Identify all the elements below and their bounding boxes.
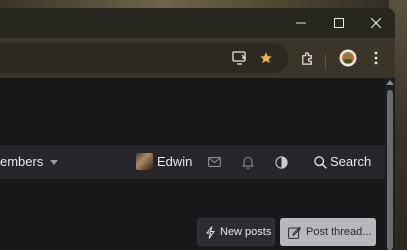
user-avatar[interactable] [136, 153, 153, 170]
new-posts-button[interactable]: New posts [197, 218, 275, 246]
menu-dots-icon[interactable] [368, 48, 384, 68]
bell-icon[interactable] [239, 145, 257, 179]
forum-navbar: embers Edwin Search [0, 145, 385, 179]
close-icon [371, 18, 381, 28]
maximize-icon [334, 18, 344, 28]
scroll-up-arrow-icon[interactable] [386, 80, 394, 85]
nav-members-link[interactable]: embers [0, 145, 43, 179]
extensions-icon[interactable] [297, 48, 317, 68]
lightning-icon [206, 225, 215, 239]
minimize-button[interactable] [282, 8, 320, 38]
address-bar[interactable] [0, 43, 288, 73]
edit-icon [288, 226, 301, 239]
search-link[interactable]: Search [330, 145, 371, 179]
profile-avatar[interactable] [338, 48, 358, 68]
minimize-icon [296, 22, 306, 24]
toolbar-separator [325, 54, 326, 70]
browser-toolbar [0, 38, 395, 78]
scrollbar-thumb[interactable] [387, 90, 393, 250]
chevron-down-icon[interactable] [48, 145, 60, 179]
bookmark-star-icon[interactable] [257, 49, 275, 67]
search-icon[interactable] [312, 145, 328, 179]
username-link[interactable]: Edwin [157, 145, 192, 179]
theme-toggle-icon[interactable] [272, 145, 290, 179]
post-thread-label: Post thread... [306, 226, 372, 238]
maximize-button[interactable] [320, 8, 358, 38]
install-app-icon[interactable] [230, 49, 248, 67]
close-button[interactable] [357, 8, 395, 38]
post-thread-button[interactable]: Post thread... [280, 218, 376, 246]
page-scrollbar[interactable] [385, 78, 395, 250]
desktop-wallpaper [0, 0, 407, 8]
title-bar [0, 8, 395, 38]
inbox-icon[interactable] [205, 145, 223, 179]
new-posts-label: New posts [220, 226, 272, 238]
